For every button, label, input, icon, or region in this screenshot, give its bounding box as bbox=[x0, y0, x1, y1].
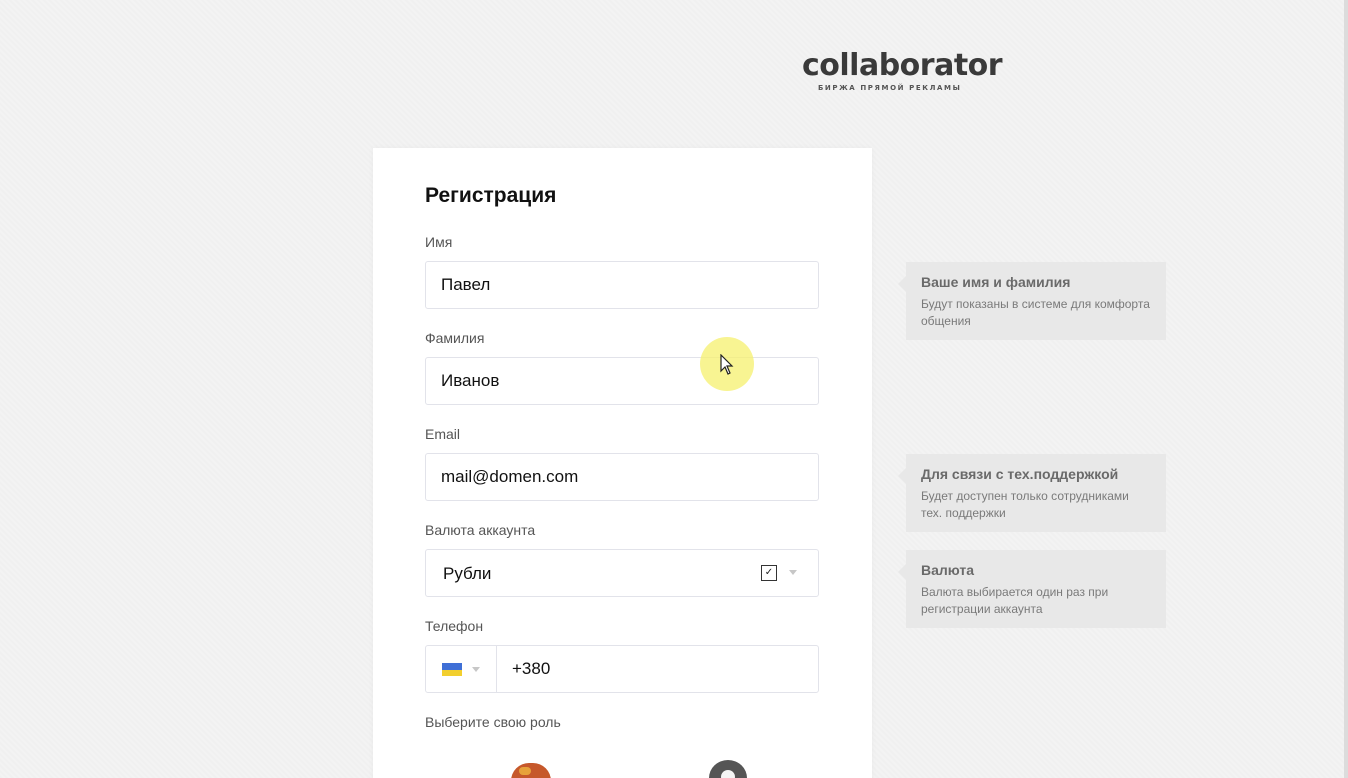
hint-title: Валюта bbox=[921, 562, 975, 578]
advertiser-role-icon[interactable] bbox=[511, 763, 551, 778]
email-label: Email bbox=[425, 426, 461, 442]
chevron-down-icon[interactable] bbox=[789, 570, 797, 575]
hint-title: Для связи с тех.поддержкой bbox=[921, 466, 1119, 482]
country-selector[interactable] bbox=[426, 646, 497, 692]
last-name-field[interactable] bbox=[425, 357, 819, 405]
mouse-pointer-icon bbox=[720, 354, 734, 375]
hint-text: Будут показаны в системе для комфорта об… bbox=[921, 297, 1150, 328]
publisher-role-icon[interactable] bbox=[709, 760, 747, 778]
last-name-label: Фамилия bbox=[425, 330, 485, 346]
page: collaborator БИРЖА ПРЯМОЙ РЕКЛАМЫ Регист… bbox=[0, 0, 1348, 778]
role-label: Выберите свою роль bbox=[425, 714, 561, 730]
email-field[interactable] bbox=[425, 453, 819, 501]
first-name-input[interactable] bbox=[426, 262, 801, 308]
registration-card: Регистрация Имя Фамилия Email Валюта акк… bbox=[373, 148, 872, 778]
currency-select[interactable]: Рубли ✓ bbox=[425, 549, 819, 597]
page-title: Регистрация bbox=[425, 184, 557, 207]
brand-name: collaborator bbox=[802, 48, 1003, 83]
email-input[interactable] bbox=[426, 454, 801, 500]
phone-label: Телефон bbox=[425, 618, 484, 634]
chevron-down-icon bbox=[472, 667, 480, 672]
currency-label: Валюта аккаунта bbox=[425, 522, 536, 538]
hint-email: Для связи с тех.поддержкой Будет доступе… bbox=[898, 454, 1166, 532]
dropdown-checkbox-icon[interactable]: ✓ bbox=[761, 565, 777, 581]
phone-field[interactable] bbox=[425, 645, 819, 693]
first-name-field[interactable] bbox=[425, 261, 819, 309]
hint-title: Ваше имя и фамилия bbox=[921, 274, 1071, 290]
brand-logo[interactable]: collaborator БИРЖА ПРЯМОЙ РЕКЛАМЫ bbox=[802, 48, 1003, 96]
hint-currency: Валюта Валюта выбирается один раз при ре… bbox=[898, 550, 1166, 628]
ukraine-flag-icon bbox=[442, 663, 462, 676]
brand-tagline: БИРЖА ПРЯМОЙ РЕКЛАМЫ bbox=[818, 84, 962, 92]
scrollbar[interactable] bbox=[1344, 0, 1348, 778]
currency-selected-value: Рубли bbox=[443, 564, 492, 583]
hint-name: Ваше имя и фамилия Будут показаны в сист… bbox=[898, 262, 1166, 340]
hint-text: Валюта выбирается один раз при регистрац… bbox=[921, 585, 1109, 616]
hint-text: Будет доступен только сотрудниками тех. … bbox=[921, 489, 1129, 520]
first-name-label: Имя bbox=[425, 234, 453, 250]
phone-input[interactable] bbox=[497, 646, 812, 692]
